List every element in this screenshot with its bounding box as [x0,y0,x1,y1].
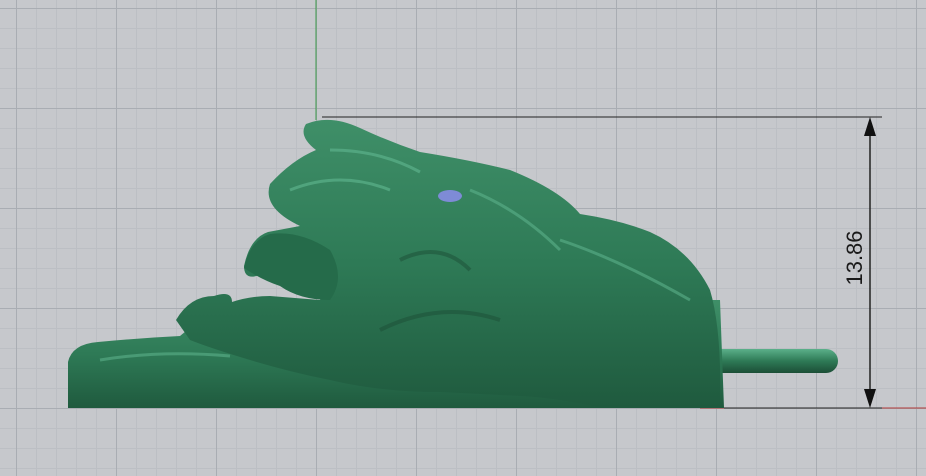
model-eye [438,190,462,202]
lion-head-model[interactable] [68,119,838,408]
front-viewport[interactable]: 13.86 [0,0,926,476]
dimension-arrow-bottom [864,389,876,408]
viewport-canvas[interactable] [0,0,926,476]
model-pin [708,349,838,373]
dimension-value-label[interactable]: 13.86 [842,230,868,285]
dimension-arrow-top [864,117,876,136]
